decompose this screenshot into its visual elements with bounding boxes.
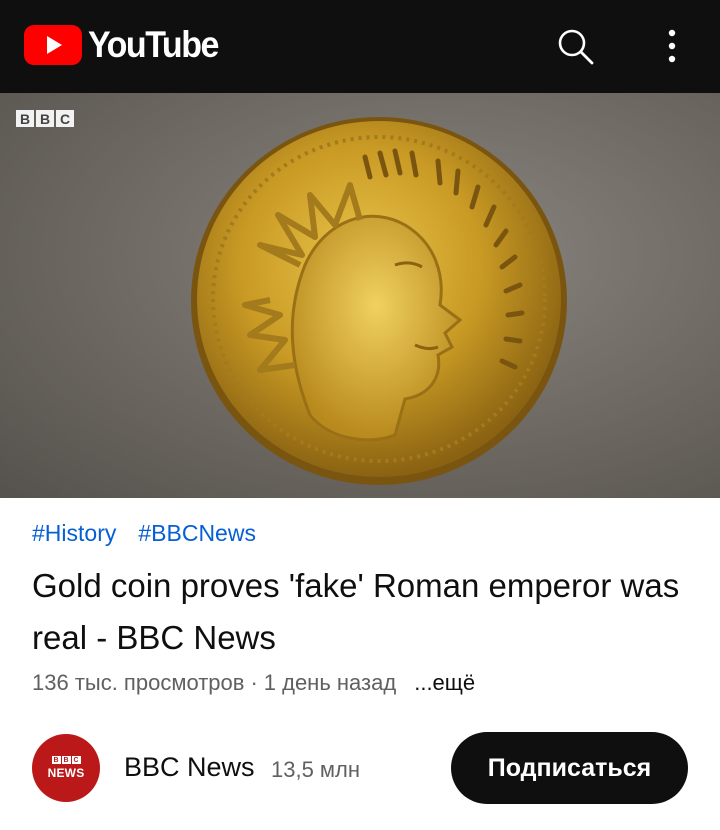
upload-age: 1 день назад (263, 670, 397, 695)
more-description-button[interactable]: ...ещё (414, 670, 475, 696)
video-metadata[interactable]: 136 тыс. просмотров · 1 день назад ...ещ… (32, 670, 475, 696)
watermark-letter: C (56, 110, 74, 127)
view-count: 136 тыс. просмотров (32, 670, 245, 695)
youtube-play-icon (24, 25, 82, 65)
channel-name[interactable]: BBC News (124, 752, 255, 783)
avatar-bbc-mark: B B C (51, 756, 81, 764)
meta-separator: · (250, 670, 258, 695)
avatar-letter: B (51, 756, 61, 764)
search-button[interactable] (551, 22, 599, 70)
watermark-letter: B (16, 110, 34, 127)
video-player[interactable]: B B C (0, 93, 720, 498)
more-vert-icon (668, 29, 676, 63)
subscriber-count: 13,5 млн (271, 757, 361, 782)
logo-wordmark: YouTube (88, 23, 219, 65)
channel-avatar[interactable]: B B C NEWS (32, 734, 100, 802)
hashtag-row: #History #BBCNews (32, 520, 256, 547)
avatar-news-text: NEWS (47, 766, 85, 780)
gold-coin-image (191, 117, 567, 485)
hashtag-bbcnews-link[interactable]: #BBCNews (138, 520, 256, 547)
avatar-letter: B (61, 756, 71, 764)
bbc-watermark: B B C (16, 110, 74, 127)
more-options-button[interactable] (650, 22, 694, 70)
youtube-logo[interactable]: YouTube (24, 23, 219, 66)
subscribe-button[interactable]: Подписаться (451, 732, 688, 804)
top-app-bar: YouTube (0, 0, 720, 93)
search-icon (558, 29, 594, 65)
hashtag-history-link[interactable]: #History (32, 520, 116, 547)
avatar-letter: C (71, 756, 81, 764)
video-title[interactable]: Gold coin proves 'fake' Roman emperor wa… (32, 560, 692, 664)
watermark-letter: B (36, 110, 54, 127)
